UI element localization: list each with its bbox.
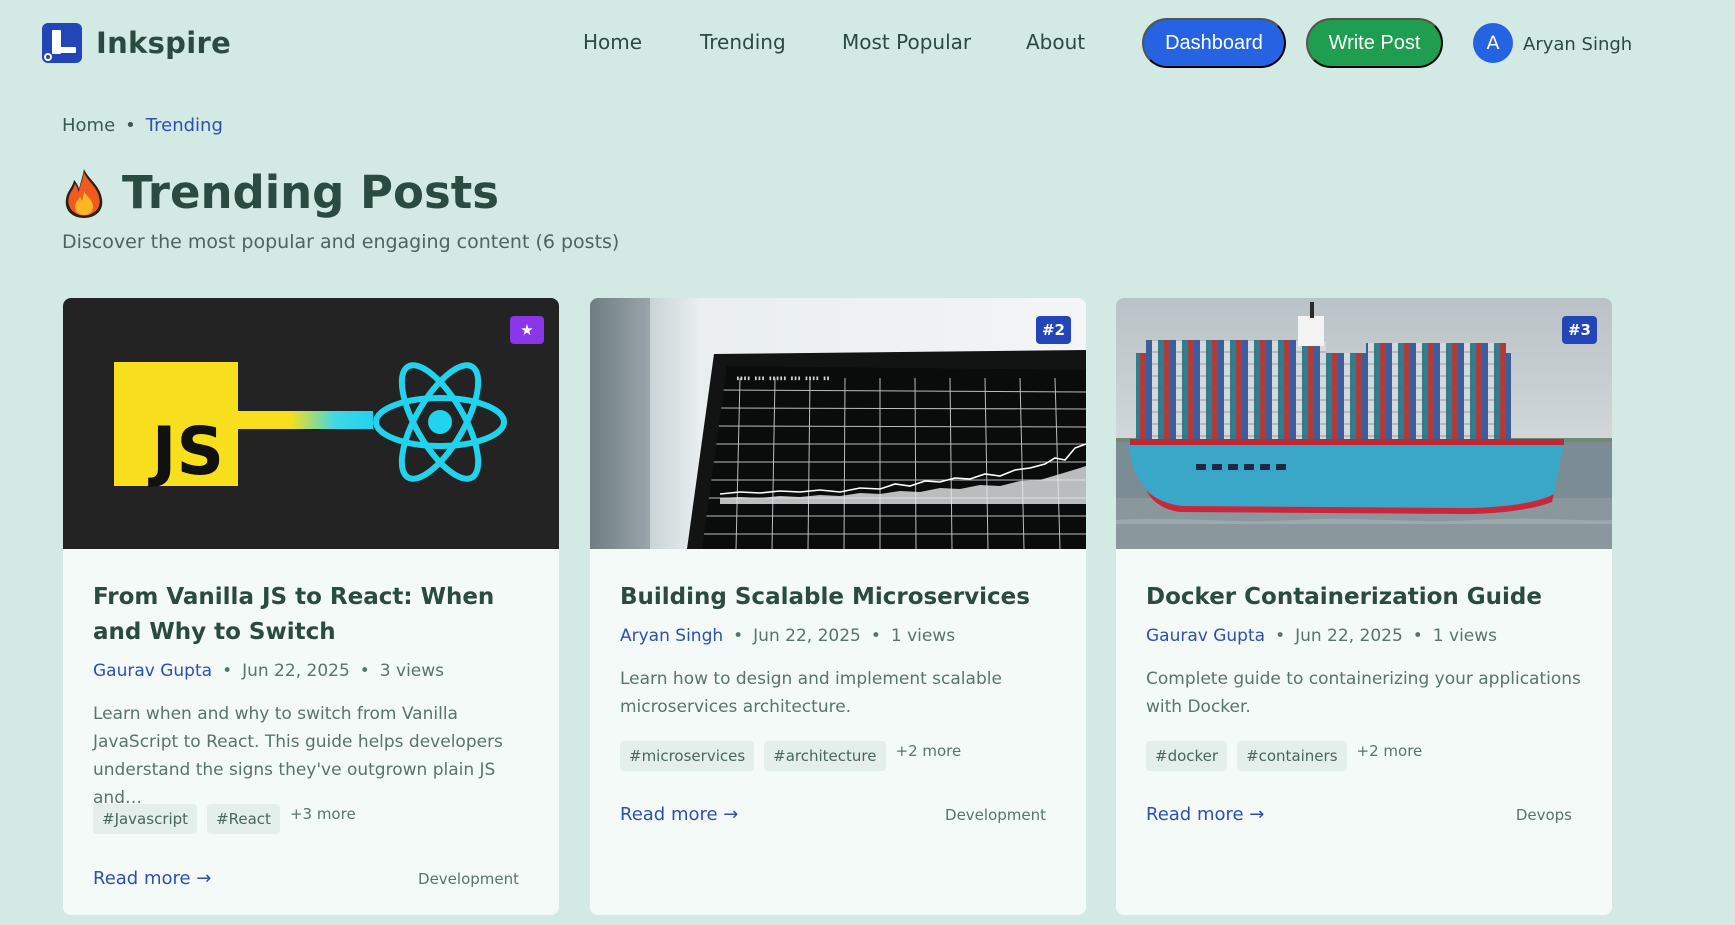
top-navbar: Inkspire Home Trending Most Popular Abou… — [0, 0, 1735, 86]
tag-chip[interactable]: #Javascript — [93, 804, 198, 834]
post-date: Jun 22, 2025 — [1295, 626, 1403, 646]
tag-chip[interactable]: #containers — [1237, 741, 1347, 771]
post-tags: #Javascript #React +3 more — [93, 804, 356, 834]
tag-chip[interactable]: #architecture — [764, 741, 886, 771]
user-name[interactable]: Aryan Singh — [1523, 34, 1632, 55]
post-card[interactable]: JS ★ From Vanilla JS to React: When and … — [63, 298, 559, 915]
post-title[interactable]: Building Scalable Microservices — [620, 580, 1060, 615]
nav-about[interactable]: About — [1026, 30, 1085, 54]
post-category: Development — [418, 870, 519, 888]
logo-icon — [42, 23, 82, 63]
breadcrumb-home[interactable]: Home — [62, 115, 115, 136]
tag-chip[interactable]: #React — [207, 804, 280, 834]
write-post-button[interactable]: Write Post — [1306, 18, 1443, 68]
post-excerpt: Learn how to design and implement scalab… — [620, 669, 1002, 717]
post-views: 1 views — [890, 626, 956, 646]
more-tags: +2 more — [895, 742, 962, 760]
post-category: Development — [945, 806, 1046, 824]
fire-icon — [62, 167, 106, 219]
post-meta: Gaurav Gupta • Jun 22, 2025 • 1 views — [1146, 626, 1498, 646]
post-excerpt: Learn when and why to switch from Vanill… — [93, 704, 503, 808]
tag-chip[interactable]: #microservices — [620, 741, 755, 771]
read-more-link[interactable]: Read more → — [620, 804, 738, 825]
post-card[interactable]: ▮▮▮▮ ▮▮▮ ▮▮▮▮▮ ▮▮▮ ▮▮▮▮ ▮▮ #2 Building S… — [590, 298, 1086, 915]
featured-badge: ★ — [510, 316, 544, 344]
post-category: Devops — [1515, 806, 1572, 824]
post-tags: #microservices #architecture +2 more — [620, 741, 961, 771]
post-views: 3 views — [379, 661, 445, 681]
nav-home[interactable]: Home — [583, 30, 642, 54]
read-more-link[interactable]: Read more → — [93, 868, 211, 889]
post-meta: Aryan Singh • Jun 22, 2025 • 1 views — [620, 626, 956, 646]
page-title: Trending Posts — [122, 166, 500, 219]
post-author[interactable]: Gaurav Gupta — [93, 661, 212, 681]
breadcrumb-separator: • — [125, 115, 136, 136]
post-author[interactable]: Aryan Singh — [620, 626, 723, 646]
post-image-monitor-chart[interactable]: ▮▮▮▮ ▮▮▮ ▮▮▮▮▮ ▮▮▮ ▮▮▮▮ ▮▮ #2 — [590, 298, 1086, 549]
post-meta: Gaurav Gupta • Jun 22, 2025 • 3 views — [93, 661, 445, 681]
nav-trending[interactable]: Trending — [700, 30, 786, 54]
post-date: Jun 22, 2025 — [753, 626, 861, 646]
nav-most-popular[interactable]: Most Popular — [842, 30, 971, 54]
post-views: 1 views — [1432, 626, 1498, 646]
brand-name: Inkspire — [96, 26, 232, 60]
more-tags: +2 more — [1356, 742, 1423, 760]
post-excerpt: Complete guide to containerizing your ap… — [1146, 669, 1581, 717]
svg-text:JS: JS — [148, 413, 224, 490]
more-tags: +3 more — [289, 805, 356, 823]
dashboard-button[interactable]: Dashboard — [1142, 18, 1286, 68]
user-avatar[interactable]: A — [1473, 23, 1513, 63]
rank-badge: #2 — [1035, 316, 1071, 344]
page-subtitle: Discover the most popular and engaging c… — [62, 231, 620, 253]
post-image-container-ship[interactable]: #3 — [1116, 298, 1612, 549]
post-author[interactable]: Gaurav Gupta — [1146, 626, 1265, 646]
brand-logo[interactable]: Inkspire — [42, 23, 231, 63]
breadcrumb: Home • Trending — [62, 115, 223, 136]
post-title[interactable]: From Vanilla JS to React: When and Why t… — [93, 580, 533, 650]
post-card[interactable]: #3 Docker Containerization Guide Gaurav … — [1116, 298, 1612, 915]
page-heading: Trending Posts — [62, 166, 499, 219]
tag-chip[interactable]: #docker — [1146, 741, 1228, 771]
post-date: Jun 22, 2025 — [242, 661, 350, 681]
rank-badge: #3 — [1561, 316, 1597, 344]
svg-text:▮▮▮▮ ▮▮▮ ▮▮▮▮▮ ▮▮▮ ▮▮▮▮ ▮▮: ▮▮▮▮ ▮▮▮ ▮▮▮▮▮ ▮▮▮ ▮▮▮▮ ▮▮ — [736, 375, 830, 382]
read-more-link[interactable]: Read more → — [1146, 804, 1264, 825]
post-image-js-react[interactable]: JS ★ — [63, 298, 559, 549]
breadcrumb-current: Trending — [145, 115, 223, 136]
post-tags: #docker #containers +2 more — [1146, 741, 1422, 771]
post-title[interactable]: Docker Containerization Guide — [1146, 580, 1586, 615]
